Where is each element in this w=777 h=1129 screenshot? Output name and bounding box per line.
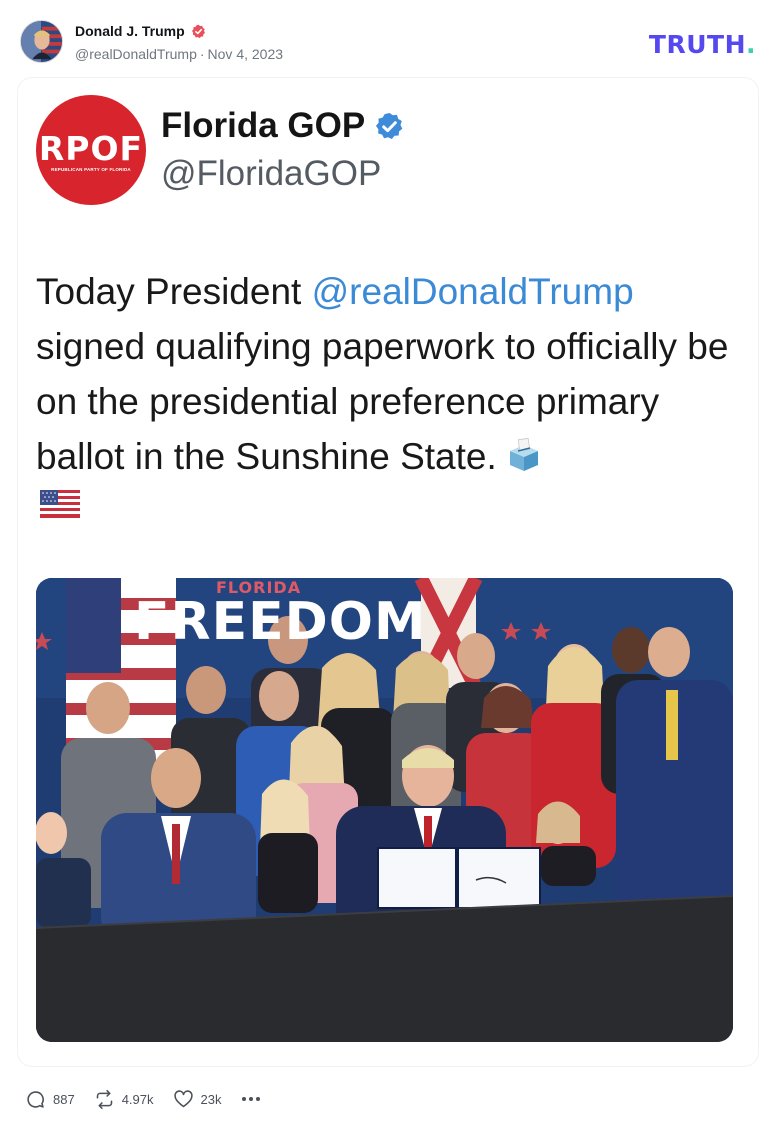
- more-dot: [249, 1097, 254, 1101]
- more-options-icon[interactable]: [242, 1097, 261, 1101]
- retruth-button[interactable]: 4.97k: [94, 1089, 154, 1110]
- tweet-mention: @realDonaldTrump: [311, 271, 634, 312]
- truth-social-logo[interactable]: TRUTH.: [649, 30, 756, 59]
- truth-post: Donald J. Trump @realDonaldTrump · Nov 4, …: [0, 0, 777, 1129]
- post-date[interactable]: Nov 4, 2023: [208, 46, 284, 62]
- author-meta: @realDonaldTrump · Nov 4, 2023: [75, 46, 283, 62]
- embedded-account-name-text: Florida GOP: [161, 106, 366, 145]
- more-dot: [242, 1097, 247, 1101]
- retruth-icon: [96, 1089, 112, 1109]
- embedded-account-name: Florida GOP: [161, 106, 405, 146]
- verified-badge-icon: [191, 24, 205, 38]
- blue-verified-icon: [376, 112, 403, 139]
- logo-subtext: REPUBLICAN PARTY OF FLORIDA: [51, 166, 131, 172]
- author-avatar[interactable]: [20, 20, 63, 63]
- like-count: 23k: [200, 1091, 222, 1107]
- author-name-text[interactable]: Donald J. Trump: [75, 23, 185, 39]
- like-button[interactable]: 23k: [173, 1089, 222, 1110]
- reply-button[interactable]: 887: [25, 1089, 75, 1110]
- us-flag-icon: [40, 490, 80, 518]
- embedded-account-handle: @FloridaGOP: [161, 154, 382, 193]
- tweet-text-start: Today President: [36, 271, 312, 312]
- meta-separator: ·: [199, 46, 205, 62]
- signing-photo[interactable]: FLORIDA FREEDOM: [36, 578, 733, 1042]
- florida-gop-logo: RPOF REPUBLICAN PARTY OF FLORIDA: [36, 95, 146, 205]
- more-dot: [256, 1097, 261, 1101]
- brand-dot: .: [746, 30, 756, 59]
- reply-icon: [27, 1090, 44, 1108]
- brand-text: TRUTH: [648, 30, 746, 59]
- photo-banner-big: FREEDOM: [134, 592, 427, 652]
- heart-icon: [173, 1089, 193, 1107]
- post-media[interactable]: RPOF REPUBLICAN PARTY OF FLORIDA Florida…: [18, 78, 758, 1066]
- post-actions: 887 4.97k 23k: [25, 1088, 261, 1110]
- retruth-count: 4.97k: [121, 1091, 154, 1107]
- reply-count: 887: [53, 1091, 75, 1107]
- logo-text: RPOF: [38, 128, 144, 168]
- author-name[interactable]: Donald J. Trump: [75, 23, 206, 39]
- avatar-image: [21, 21, 62, 62]
- author-handle[interactable]: @realDonaldTrump: [75, 46, 197, 62]
- embedded-tweet-text: Today President @realDonaldTrump signed …: [36, 264, 746, 484]
- ballot-box-icon: [509, 437, 538, 471]
- tweet-text-end: signed qualifying paperwork to officiall…: [36, 326, 729, 477]
